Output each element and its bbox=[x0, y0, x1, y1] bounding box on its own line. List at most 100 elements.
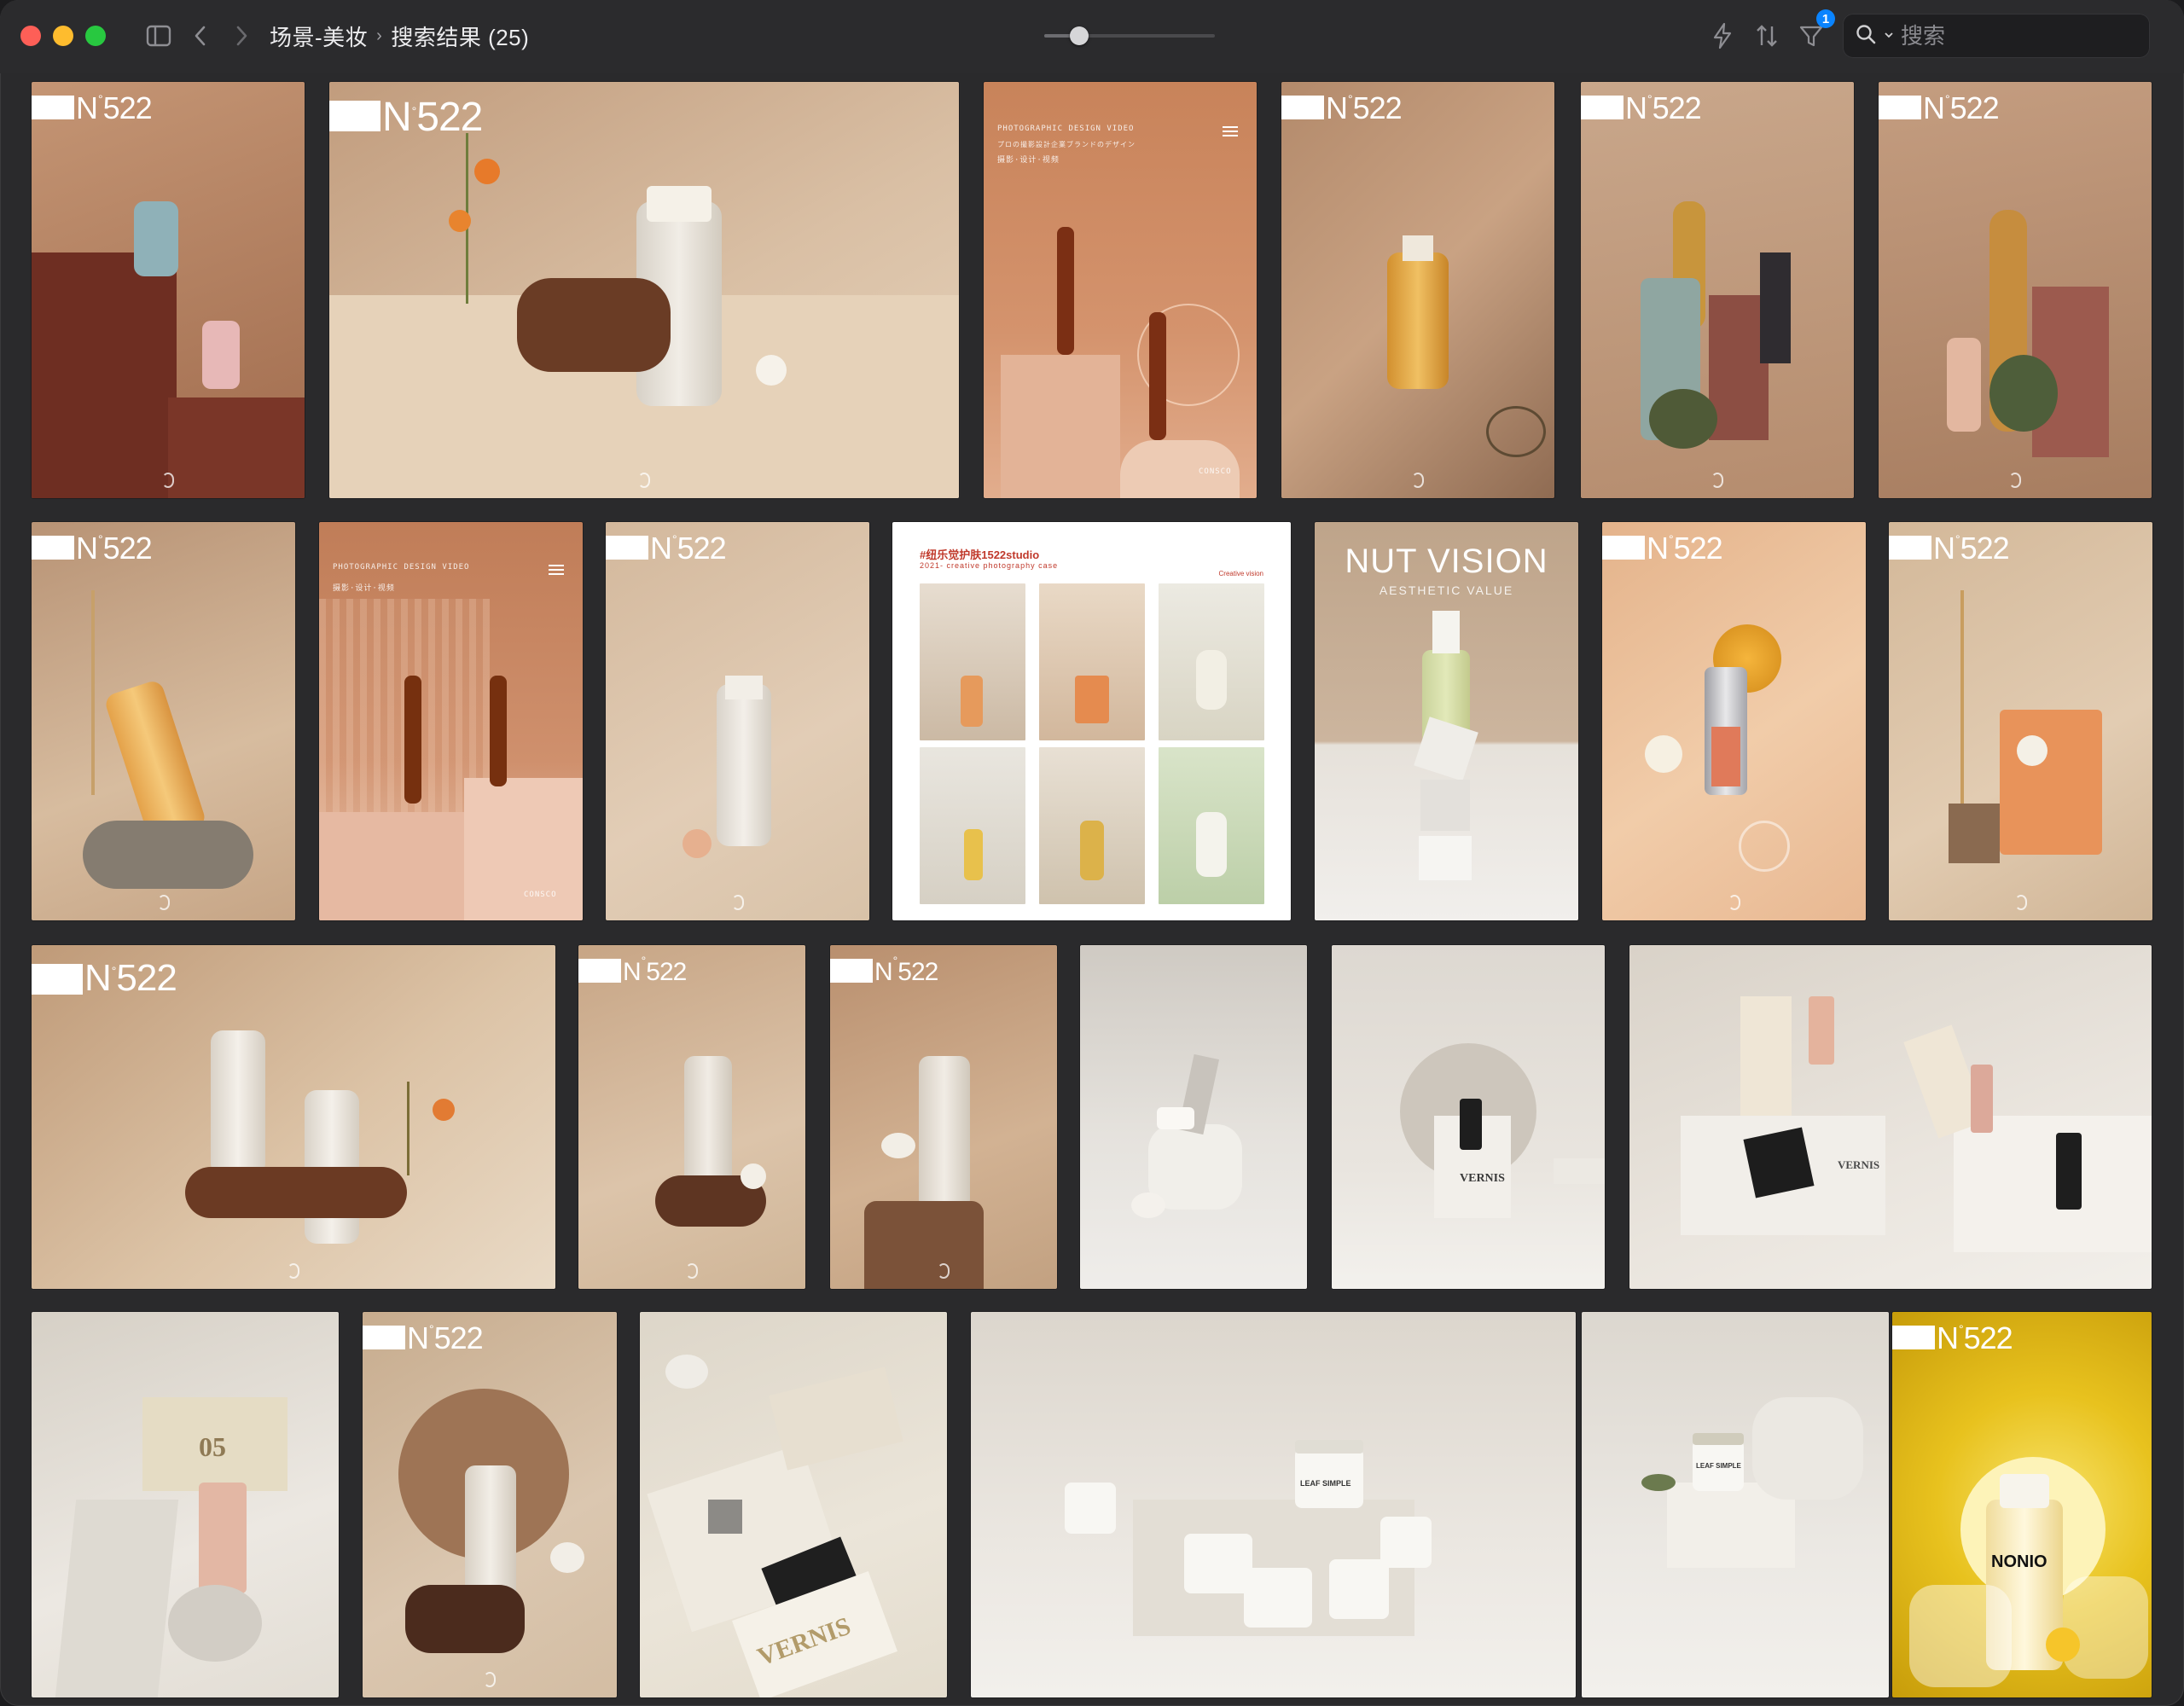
product-label: 05 bbox=[199, 1431, 226, 1462]
product-label: LEAF SIMPLE bbox=[1300, 1479, 1351, 1488]
close-window-button[interactable] bbox=[20, 26, 41, 46]
tile-scene bbox=[1486, 406, 1546, 457]
tile-scene bbox=[1432, 611, 1460, 653]
lightning-icon[interactable] bbox=[1708, 19, 1737, 53]
search-options-chevron-icon[interactable] bbox=[1884, 28, 1894, 44]
tile-scene bbox=[199, 1483, 247, 1593]
search-icon bbox=[1855, 23, 1877, 49]
tile-scene bbox=[449, 210, 471, 232]
chevron-left-icon[interactable] bbox=[189, 19, 212, 53]
image-tile[interactable]: NUT VISION AESTHETIC VALUE bbox=[1315, 522, 1578, 920]
tile-scene bbox=[91, 590, 95, 795]
image-tile[interactable]: N°522 bbox=[1602, 522, 1866, 920]
tile-scene bbox=[1420, 780, 1470, 831]
image-tile[interactable]: N°522 bbox=[32, 945, 555, 1289]
studio-logo-icon bbox=[1728, 895, 1740, 910]
poster-subheader: プロの撮影設計企業ブランドのデザイン bbox=[997, 141, 1136, 148]
tile-scene bbox=[1419, 836, 1472, 880]
image-tile[interactable]: NONIO N°522 bbox=[1892, 1312, 2152, 1697]
tile-scene bbox=[1554, 1158, 1605, 1184]
image-tile[interactable]: #纽乐觉护肤1522studio 2021- creative photogra… bbox=[892, 522, 1291, 920]
minimize-window-button[interactable] bbox=[53, 26, 73, 46]
image-tile[interactable]: N°522 bbox=[1889, 522, 2152, 920]
studio-logo-icon bbox=[731, 895, 744, 910]
image-tile[interactable]: N°522 bbox=[32, 82, 305, 498]
image-tile[interactable]: N°522 bbox=[606, 522, 869, 920]
sort-icon[interactable] bbox=[1752, 19, 1781, 53]
chevron-right-icon[interactable] bbox=[230, 19, 253, 53]
tile-scene bbox=[2063, 1576, 2148, 1679]
tile-scene bbox=[1184, 1534, 1252, 1593]
image-tile[interactable]: LEAF SIMPLE bbox=[1582, 1312, 1889, 1697]
image-tile[interactable]: VERNIS bbox=[640, 1312, 947, 1697]
image-tile[interactable]: 05 bbox=[32, 1312, 339, 1697]
brand-mark bbox=[1581, 96, 1623, 119]
brand-label: N°522 bbox=[76, 531, 153, 566]
image-tile[interactable]: VERNIS bbox=[1332, 945, 1605, 1289]
tile-scene bbox=[32, 252, 177, 498]
thumbnail-size-slider[interactable] bbox=[1044, 26, 1215, 45]
zoom-window-button[interactable] bbox=[85, 26, 106, 46]
brand-mark bbox=[363, 1326, 405, 1349]
poster-footer: CONSCO bbox=[1199, 467, 1232, 476]
tile-scene bbox=[404, 676, 421, 804]
tile-scene bbox=[1329, 1559, 1389, 1619]
tile-scene bbox=[1131, 1192, 1165, 1218]
tile-scene bbox=[769, 1367, 903, 1471]
brand-mark bbox=[1281, 96, 1324, 119]
image-tile[interactable]: N°522 bbox=[363, 1312, 617, 1697]
poster-tagline: 摄影·设计·视频 bbox=[333, 584, 395, 593]
tile-scene bbox=[1989, 355, 2058, 432]
tile-scene bbox=[1075, 676, 1109, 723]
image-tile[interactable]: PHOTOGRAPHIC DESIGN VIDEO 摄影·设计·视频 CONSC… bbox=[319, 522, 583, 920]
brand-mark bbox=[32, 964, 83, 995]
tile-scene bbox=[517, 278, 671, 372]
poster-header: PHOTOGRAPHIC DESIGN VIDEO bbox=[333, 563, 470, 572]
brand-mark bbox=[830, 959, 873, 983]
brand-mark bbox=[1889, 536, 1931, 560]
tile-scene bbox=[1954, 1116, 2152, 1252]
tile-scene bbox=[1740, 996, 1792, 1116]
image-tile[interactable]: VERNIS bbox=[1629, 945, 2152, 1289]
studio-logo-icon bbox=[938, 1263, 950, 1279]
tile-scene bbox=[1645, 735, 1682, 773]
image-tile[interactable]: PHOTOGRAPHIC DESIGN VIDEO プロの撮影設計企業ブランドの… bbox=[984, 82, 1257, 498]
search-input[interactable] bbox=[1901, 22, 2131, 49]
image-tile[interactable]: N°522 bbox=[1281, 82, 1554, 498]
image-tile[interactable]: N°522 bbox=[1581, 82, 1854, 498]
tile-scene bbox=[2046, 1628, 2080, 1662]
tile-scene bbox=[134, 201, 178, 276]
sidebar-toggle-icon[interactable] bbox=[143, 19, 174, 53]
image-tile[interactable]: N°522 bbox=[329, 82, 959, 498]
tile-scene bbox=[1157, 1107, 1194, 1129]
search-field[interactable] bbox=[1843, 14, 2150, 58]
tile-scene bbox=[474, 159, 500, 184]
brand-mark bbox=[1602, 536, 1645, 560]
poster-footer: CONSCO bbox=[524, 891, 557, 899]
tile-scene bbox=[2000, 710, 2102, 855]
breadcrumb-parent[interactable]: 场景-美妆 bbox=[270, 20, 368, 52]
collage-tag: Creative vision bbox=[1218, 570, 1263, 577]
tile-scene bbox=[1380, 1517, 1432, 1568]
tile-scene bbox=[964, 829, 983, 880]
image-tile[interactable] bbox=[1080, 945, 1307, 1289]
image-tile[interactable]: N°522 bbox=[578, 945, 805, 1289]
breadcrumb-current: 搜索结果 (25) bbox=[391, 24, 530, 50]
image-tile[interactable]: N°522 bbox=[830, 945, 1057, 1289]
image-tile[interactable]: N°522 bbox=[1879, 82, 2152, 498]
tile-scene bbox=[1909, 1585, 2012, 1687]
tile-scene bbox=[407, 1082, 475, 1175]
collage-thumbnail bbox=[920, 747, 1025, 904]
image-tile[interactable]: LEAF SIMPLE bbox=[971, 1312, 1576, 1697]
tile-scene bbox=[202, 321, 240, 389]
brand-mark bbox=[578, 959, 621, 983]
image-tile[interactable]: N°522 bbox=[32, 522, 295, 920]
tile-scene bbox=[1949, 804, 2000, 863]
tile-scene bbox=[665, 1355, 708, 1389]
brand-mark bbox=[1892, 1326, 1935, 1349]
tile-scene bbox=[1743, 1127, 1815, 1198]
tile-scene bbox=[1149, 312, 1166, 440]
tile-scene bbox=[2000, 1474, 2049, 1508]
app-window: 场景-美妆 › 搜索结果 (25) 1 搜索 N°522 N°522 PHOTO… bbox=[0, 0, 2184, 1706]
slider-thumb[interactable] bbox=[1070, 26, 1089, 45]
